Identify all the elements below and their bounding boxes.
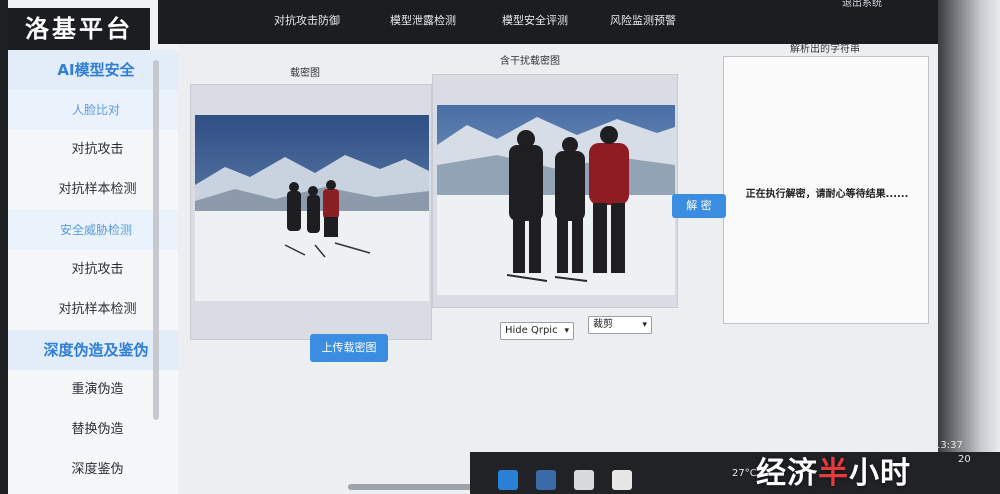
watermark-part-b: 半 <box>818 456 849 491</box>
sidebar-item-swap-forgery[interactable]: 替换伪造 <box>8 410 187 450</box>
upload-carrier-image-button[interactable]: 上传载密图 <box>310 334 388 362</box>
tab-model-leak-detection[interactable]: 模型泄露检测 <box>390 12 456 28</box>
stego-image-label: 含干扰载密图 <box>500 56 560 67</box>
sidebar-item-reenactment-forgery[interactable]: 重演伪造 <box>8 370 187 410</box>
tab-model-security-eval[interactable]: 模型安全评测 <box>502 12 568 28</box>
sidebar-group-deepfake[interactable]: 深度伪造及鉴伪 <box>8 330 187 370</box>
os-taskbar: 27°C 13:37 20 <box>470 440 1000 494</box>
attack-type-value: 裁剪 <box>593 319 613 330</box>
stego-photo <box>437 105 675 295</box>
folder-icon[interactable] <box>574 470 594 490</box>
channel-watermark: 经济半小时 <box>756 448 911 492</box>
result-label: 解析出的字符串 <box>790 44 860 55</box>
decoded-string-box: 正在执行解密，请耐心等待结果...... <box>723 56 929 324</box>
sidebar-item-threat-detection[interactable]: 安全威胁检测 <box>8 210 187 250</box>
sidebar-group-ai-model-security[interactable]: AI模型安全 <box>8 50 187 90</box>
chevron-down-icon: ▾ <box>642 320 647 330</box>
attack-type-select[interactable]: 裁剪 ▾ <box>588 316 652 334</box>
monitor-bezel-right <box>938 0 1000 494</box>
sidebar-item-adversarial-attack[interactable]: 对抗攻击 <box>8 130 187 170</box>
weather-temperature: 27°C <box>732 468 757 479</box>
encoding-mode-value: Hide Qrpic <box>505 325 558 336</box>
screen: 对抗攻击防御 模型泄露检测 模型安全评测 风险监测预警 退出系统 AI模型安全 … <box>8 0 942 494</box>
carrier-photo <box>195 115 429 301</box>
sidebar-item-deep-forensics[interactable]: 深度鉴伪 <box>8 450 187 490</box>
watermark-part-a: 经济 <box>756 456 818 491</box>
sidebar-item-face-compare[interactable]: 人脸比对 <box>8 90 187 130</box>
tab-risk-monitoring[interactable]: 风险监测预警 <box>610 12 676 28</box>
brand-logo: 洛基平台 <box>8 8 150 50</box>
top-navigation: 对抗攻击防御 模型泄露检测 模型安全评测 风险监测预警 退出系统 <box>158 0 942 44</box>
sidebar-item-adversarial-attack-2[interactable]: 对抗攻击 <box>8 250 187 290</box>
clock-time: 13:37 <box>934 440 963 451</box>
settings-icon[interactable] <box>612 470 632 490</box>
carrier-image-label: 载密图 <box>290 68 320 79</box>
sidebar-item-adversarial-sample-detect-2[interactable]: 对抗样本检测 <box>8 290 187 330</box>
decrypt-status-text: 正在执行解密，请耐心等待结果...... <box>745 189 909 200</box>
clock-date: 20 <box>958 454 971 465</box>
decrypt-button[interactable]: 解 密 <box>672 194 726 218</box>
main-content: 载密图 含干扰载密图 解析出的字符串 正在执行解密，请耐心等待结果...... … <box>178 44 938 494</box>
sidebar: AI模型安全 人脸比对 对抗攻击 对抗样本检测 安全威胁检测 对抗攻击 对抗样本… <box>8 50 188 494</box>
sidebar-item-adversarial-sample-detect[interactable]: 对抗样本检测 <box>8 170 187 210</box>
tab-adversarial-defense[interactable]: 对抗攻击防御 <box>274 12 340 28</box>
encoding-mode-select[interactable]: Hide Qrpic ▾ <box>500 322 574 340</box>
logout-link[interactable]: 退出系统 <box>842 0 882 9</box>
carrier-image-panel <box>190 84 432 340</box>
browser-icon[interactable] <box>498 470 518 490</box>
app-icon[interactable] <box>536 470 556 490</box>
sidebar-scrollbar[interactable] <box>153 60 159 420</box>
chevron-down-icon: ▾ <box>564 326 569 336</box>
stego-image-panel <box>432 74 678 308</box>
watermark-part-c: 小时 <box>849 456 911 491</box>
